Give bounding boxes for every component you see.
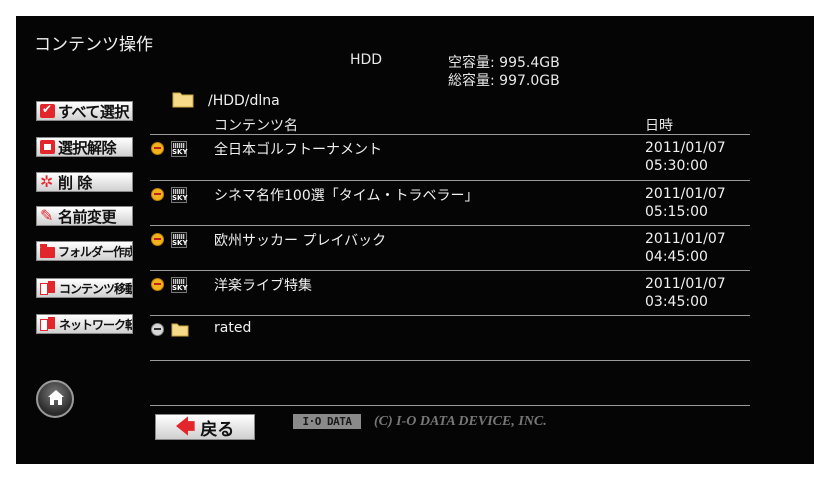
content-name: 全日本ゴルフトーナメント bbox=[214, 142, 382, 158]
content-datetime: 2011/01/07 03:45:00 bbox=[645, 276, 726, 310]
folder-icon bbox=[40, 244, 55, 258]
move-content-button[interactable]: コンテンツ移動 bbox=[36, 278, 133, 298]
content-datetime: 2011/01/07 05:30:00 bbox=[645, 140, 726, 174]
pencil-icon bbox=[40, 207, 55, 225]
move-content-label: コンテンツ移動 bbox=[59, 281, 133, 296]
content-name: 欧州サッカー プレイバック bbox=[214, 233, 387, 249]
recording-icon bbox=[151, 233, 164, 246]
deselect-button[interactable]: 選択解除 bbox=[36, 137, 133, 157]
total-space: 総容量: 997.0GB bbox=[448, 73, 560, 89]
home-icon bbox=[48, 390, 64, 405]
folder-name: rated bbox=[214, 320, 252, 336]
current-folder-icon bbox=[172, 92, 194, 108]
copyright-text: (C) I-O DATA DEVICE, INC. bbox=[374, 414, 547, 429]
recording-icon bbox=[151, 278, 164, 291]
home-button[interactable] bbox=[36, 380, 74, 418]
content-datetime: 2011/01/07 04:45:00 bbox=[645, 231, 726, 265]
content-name: シネマ名作100選「タイム・トラベラー」 bbox=[214, 188, 479, 204]
select-all-label: すべて選択 bbox=[58, 102, 129, 121]
channel-logo-icon: SKY bbox=[171, 187, 188, 203]
folder-icon bbox=[171, 323, 189, 337]
uncheck-icon bbox=[40, 140, 55, 154]
rename-label: 名前変更 bbox=[58, 207, 117, 226]
channel-logo-icon: SKY bbox=[171, 232, 188, 248]
back-label: 戻る bbox=[200, 419, 235, 440]
channel-logo-icon: SKY bbox=[171, 141, 188, 157]
content-datetime: 2011/01/07 05:15:00 bbox=[645, 186, 726, 220]
content-name: 洋楽ライブ特集 bbox=[214, 278, 312, 294]
list-item-folder[interactable]: rated bbox=[150, 316, 750, 361]
device-label: HDD bbox=[350, 52, 383, 68]
list-item[interactable]: SKY シネマ名作100選「タイム・トラベラー」 2011/01/07 05:15… bbox=[150, 181, 750, 226]
deselect-label: 選択解除 bbox=[58, 138, 117, 157]
free-space: 空容量: 995.4GB bbox=[448, 55, 560, 71]
content-operation-screen: コンテンツ操作 HDD 空容量: 995.4GB 総容量: 997.0GB すべ… bbox=[16, 16, 814, 464]
delete-label: 削 除 bbox=[58, 173, 92, 192]
transfer-icon bbox=[40, 317, 56, 331]
screen-title: コンテンツ操作 bbox=[34, 35, 153, 55]
column-header-name: コンテンツ名 bbox=[214, 118, 298, 134]
select-all-button[interactable]: すべて選択 bbox=[36, 101, 133, 121]
network-transfer-label: ネットワーク転送 bbox=[59, 317, 132, 332]
network-transfer-button[interactable]: ネットワーク転送 bbox=[36, 314, 133, 334]
recording-icon bbox=[151, 188, 164, 201]
create-folder-button[interactable]: フォルダー作成 bbox=[36, 241, 133, 261]
divider bbox=[150, 360, 750, 361]
list-item[interactable]: SKY 全日本ゴルフトーナメント 2011/01/07 05:30:00 bbox=[150, 135, 750, 180]
list-item[interactable]: SKY 欧州サッカー プレイバック 2011/01/07 04:45:00 bbox=[150, 226, 750, 271]
divider bbox=[150, 405, 750, 406]
burst-icon bbox=[40, 173, 55, 191]
back-button[interactable]: 🡄 戻る bbox=[155, 414, 255, 440]
recording-icon bbox=[151, 142, 164, 155]
checkbox-icon bbox=[40, 102, 55, 118]
create-folder-label: フォルダー作成 bbox=[58, 244, 133, 259]
column-header-date: 日時 bbox=[645, 118, 673, 134]
rename-button[interactable]: 名前変更 bbox=[36, 206, 133, 226]
status-icon bbox=[151, 323, 164, 336]
move-icon bbox=[40, 281, 56, 295]
arrow-left-icon: 🡄 bbox=[175, 415, 196, 438]
channel-logo-icon: SKY bbox=[171, 277, 188, 293]
iodata-logo: I·O DATA bbox=[293, 414, 361, 429]
delete-button[interactable]: 削 除 bbox=[36, 172, 133, 192]
current-path: /HDD/dlna bbox=[208, 93, 280, 109]
list-item[interactable]: SKY 洋楽ライブ特集 2011/01/07 03:45:00 bbox=[150, 271, 750, 316]
